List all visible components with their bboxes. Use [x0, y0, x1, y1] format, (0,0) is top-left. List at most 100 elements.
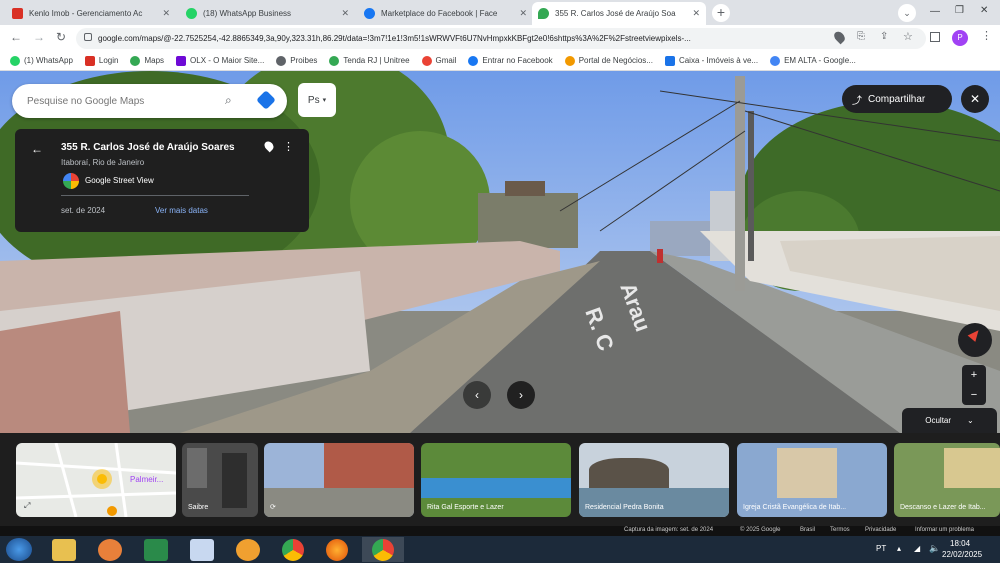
bookmark-olx[interactable]: OLX - O Maior Site... — [176, 55, 264, 66]
profile-avatar[interactable]: P — [952, 30, 968, 46]
street-view-canvas[interactable]: R. C Arau ⌕ Ps▾ ← 355 R. Carlos José de … — [0, 71, 1000, 433]
thumb-shape — [324, 443, 414, 488]
thumbnail-caption: Rita Gal Esporte e Lazer — [427, 504, 504, 511]
reload-icon[interactable]: ↻ — [56, 30, 66, 44]
close-icon[interactable]: ✕ — [519, 8, 527, 19]
photo-thumbnail[interactable]: Igreja Cristã Evangélica de Itab... — [737, 443, 887, 517]
close-street-view-button[interactable]: ✕ — [961, 85, 989, 113]
copyright-text: © 2025 Google — [740, 527, 781, 533]
search-icon[interactable]: ⌕ — [225, 93, 232, 108]
chrome-icon[interactable] — [372, 539, 394, 561]
side-panel-icon[interactable] — [930, 32, 940, 42]
photo-thumbnail[interactable]: Residencial Pedra Bonita — [579, 443, 729, 517]
minimap-thumbnail[interactable]: Palmeir... ⤢ — [16, 443, 176, 517]
zoom-in-button[interactable]: + — [962, 365, 986, 385]
privacy-link[interactable]: Privacidade — [865, 527, 896, 533]
close-icon[interactable]: ✕ — [162, 8, 170, 19]
clock-time[interactable]: 18:04 — [950, 539, 970, 548]
firefox-icon[interactable] — [326, 539, 348, 561]
bookmark-whatsapp[interactable]: (1) WhatsApp — [10, 55, 73, 66]
file-explorer-icon[interactable] — [52, 539, 76, 561]
see-more-dates-link[interactable]: Ver mais datas — [155, 206, 208, 215]
back-arrow-icon[interactable]: ← — [31, 142, 43, 156]
media-player-icon[interactable] — [236, 539, 260, 561]
tab-maps[interactable]: 355 R. Carlos José de Araújo Soa ✕ — [532, 2, 706, 25]
bookmark-caixa[interactable]: Caixa - Imóveis à ve... — [664, 55, 759, 66]
directions-icon[interactable] — [256, 90, 276, 110]
search-box[interactable]: ⌕ — [12, 84, 287, 118]
tab-facebook[interactable]: Marketplace do Facebook | Face ✕ — [358, 2, 533, 25]
install-icon[interactable]: ⎘ — [857, 31, 865, 42]
next-arrow-button[interactable]: › — [507, 381, 535, 409]
facebook-icon — [468, 55, 479, 66]
bookmark-star-icon[interactable]: ☆ — [903, 30, 913, 43]
tab-search-button[interactable]: ⌄ — [898, 4, 916, 22]
close-icon[interactable]: ✕ — [692, 8, 700, 19]
bookmark-label: (1) WhatsApp — [24, 56, 73, 65]
bookmark-label: Caixa - Imóveis à ve... — [678, 56, 759, 65]
search-input[interactable] — [27, 93, 217, 109]
photo-thumbnail[interactable]: ⟳ — [264, 443, 414, 517]
photo-thumbnail[interactable]: Descanso e Lazer de Itab... — [894, 443, 1000, 517]
photo-thumbnail[interactable]: Saibre — [182, 443, 258, 517]
whatsapp-icon — [186, 8, 197, 19]
previous-arrow-button[interactable]: ‹ — [463, 381, 491, 409]
bookmark-facebook[interactable]: Entrar no Facebook — [468, 55, 553, 66]
share-icon[interactable]: ⇪ — [880, 31, 888, 42]
bookmark-tenda[interactable]: Tenda RJ | Unitree — [329, 55, 410, 66]
bookmark-proibes[interactable]: Proibes — [276, 55, 317, 66]
network-icon[interactable]: ◢ — [914, 544, 920, 553]
share-button[interactable]: ⤴ Compartilhar — [842, 85, 952, 113]
close-window-button[interactable]: ✕ — [980, 5, 988, 16]
new-tab-button[interactable]: + — [712, 4, 730, 22]
clock-date[interactable]: 22/02/2025 — [942, 550, 982, 559]
bookmarks-bar: (1) WhatsApp Login Maps OLX - O Maior Si… — [0, 51, 1000, 71]
compass-button[interactable] — [958, 323, 992, 357]
pin-icon[interactable] — [262, 139, 276, 153]
thumb-shape — [421, 478, 571, 498]
photo-thumbnail[interactable]: Rita Gal Esporte e Lazer — [421, 443, 571, 517]
compass-icon — [967, 327, 983, 342]
country-link[interactable]: Brasil — [800, 527, 815, 533]
minimize-button[interactable]: — — [930, 6, 940, 17]
tab-title: Kenlo Imob - Gerenciamento Ac — [29, 9, 143, 18]
expand-icon[interactable]: ⤢ — [24, 501, 30, 511]
forward-arrow-icon[interactable]: → — [33, 30, 45, 44]
facebook-icon — [364, 8, 375, 19]
app-icon[interactable] — [98, 539, 122, 561]
site-info-icon[interactable] — [84, 33, 92, 41]
maps-icon — [130, 55, 141, 66]
menu-dots-icon[interactable]: ⋮ — [981, 29, 992, 42]
bookmark-portal[interactable]: Portal de Negócios... — [564, 55, 653, 66]
system-tray-arrow-icon[interactable]: ▴ — [897, 544, 901, 553]
close-icon[interactable]: ✕ — [341, 8, 349, 19]
zoom-out-button[interactable]: − — [962, 385, 986, 405]
volume-icon[interactable]: 🔈 — [929, 543, 940, 554]
start-button[interactable] — [6, 538, 32, 561]
address-bar[interactable]: google.com/maps/@-22.7525254,-42.8865349… — [76, 28, 926, 49]
language-indicator[interactable]: PT — [876, 544, 886, 553]
terms-link[interactable]: Termos — [830, 527, 850, 533]
thumbnail-caption: Saibre — [188, 504, 209, 511]
document-icon[interactable] — [190, 539, 214, 561]
thumb-shape — [187, 448, 207, 488]
bookmark-em-alta[interactable]: EM ALTA - Google... — [770, 55, 856, 66]
excel-icon[interactable] — [144, 539, 168, 561]
tab-kenlo[interactable]: Kenlo Imob - Gerenciamento Ac ✕ — [6, 2, 176, 25]
bookmark-label: Entrar no Facebook — [482, 56, 553, 65]
more-options-icon[interactable]: ⋮ — [283, 140, 294, 153]
bookmark-label: Tenda RJ | Unitree — [343, 56, 410, 65]
report-problem-link[interactable]: Informar um problema — [915, 527, 974, 533]
hide-photos-button[interactable]: Ocultar ⌄ — [902, 408, 997, 433]
bookmark-gmail[interactable]: Gmail — [421, 55, 456, 66]
hide-label: Ocultar — [925, 416, 952, 425]
bookmark-login[interactable]: Login — [84, 55, 118, 66]
tab-whatsapp[interactable]: (18) WhatsApp Business ✕ — [180, 2, 355, 25]
thumb-shape — [264, 488, 414, 517]
back-arrow-icon[interactable]: ← — [10, 30, 22, 44]
location-info-card: ← 355 R. Carlos José de Araújo Soares It… — [15, 129, 309, 232]
layers-toggle[interactable]: Ps ▾ — [298, 83, 336, 117]
maximize-button[interactable]: ❐ — [955, 5, 964, 16]
chrome-icon[interactable] — [282, 539, 304, 561]
bookmark-maps[interactable]: Maps — [130, 55, 164, 66]
